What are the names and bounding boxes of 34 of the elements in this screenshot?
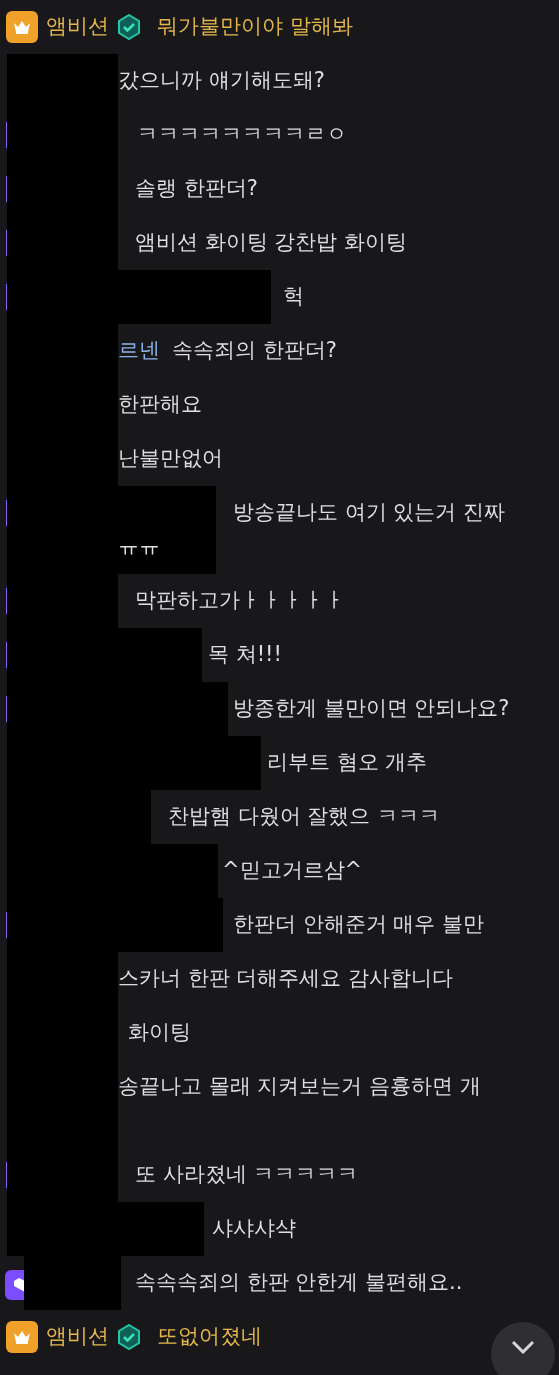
chat-message: 솔랭 한판더? (135, 175, 258, 203)
chat-message: 리부트 혐오 개추 (267, 749, 428, 777)
username[interactable]: 르넨 (118, 335, 160, 367)
chat-message: 한판해요 (118, 391, 202, 419)
chat-message: ㅋㅋㅋㅋㅋㅋㅋㅋㄹㅇ (137, 121, 347, 149)
chat-message: 앰비션 화이팅 강찬밥 화이팅 (135, 229, 408, 257)
chat-message: 찬밥햄 다웠어 잘했으 ㅋㅋㅋ (168, 803, 441, 831)
chat-message: 뭐가불만이야 말해봐 (157, 13, 353, 41)
chat-message: ㅠㅠ (118, 536, 160, 557)
verified-badge-icon (117, 1324, 141, 1350)
chat-message: ^믿고거르삼^ (222, 857, 363, 885)
chevron-down-icon (511, 1340, 535, 1354)
chat-message: 속속죄의 한판더? (172, 337, 337, 365)
chat-message: 방종한게 불만이면 안되나요? (233, 695, 510, 723)
chat-message: 방송끝나도 여기 있는거 진짜 (233, 499, 506, 527)
username[interactable]: 앰비션 (46, 1321, 109, 1353)
chat-message: 송끝나고 몰래 지켜보는거 음흉하면 개 (118, 1073, 481, 1101)
chat-message: 샤샤샤샥 (212, 1215, 296, 1243)
chat-message: 헉 (283, 283, 304, 311)
chat-message: 스카너 한판 더해주세요 감사합니다 (118, 965, 454, 993)
crown-badge-icon (6, 11, 38, 43)
chat-message: 갔으니까 얘기해도돼? (118, 67, 325, 95)
scroll-down-button[interactable] (491, 1322, 555, 1375)
chat-message: 한판더 안해준거 매우 불만 (233, 911, 485, 939)
chat-message: 또 사라졌네 ㅋㅋㅋㅋㅋ (135, 1161, 359, 1189)
chat-message: 화이팅 (128, 1019, 191, 1047)
username[interactable]: 앰비션 (46, 11, 109, 43)
chat-message: 난불만없어 (118, 445, 223, 473)
chat-message: 또없어졌네 (157, 1323, 262, 1351)
crown-badge-icon (6, 1321, 38, 1353)
chat-message: 막판하고가ㅏㅏㅏㅏㅏ (135, 587, 345, 615)
verified-badge-icon (117, 14, 141, 40)
chat-message: 속속속죄의 한판 안한게 불편해요.. (135, 1269, 463, 1297)
chat-message: 목 쳐!!! (208, 641, 282, 669)
